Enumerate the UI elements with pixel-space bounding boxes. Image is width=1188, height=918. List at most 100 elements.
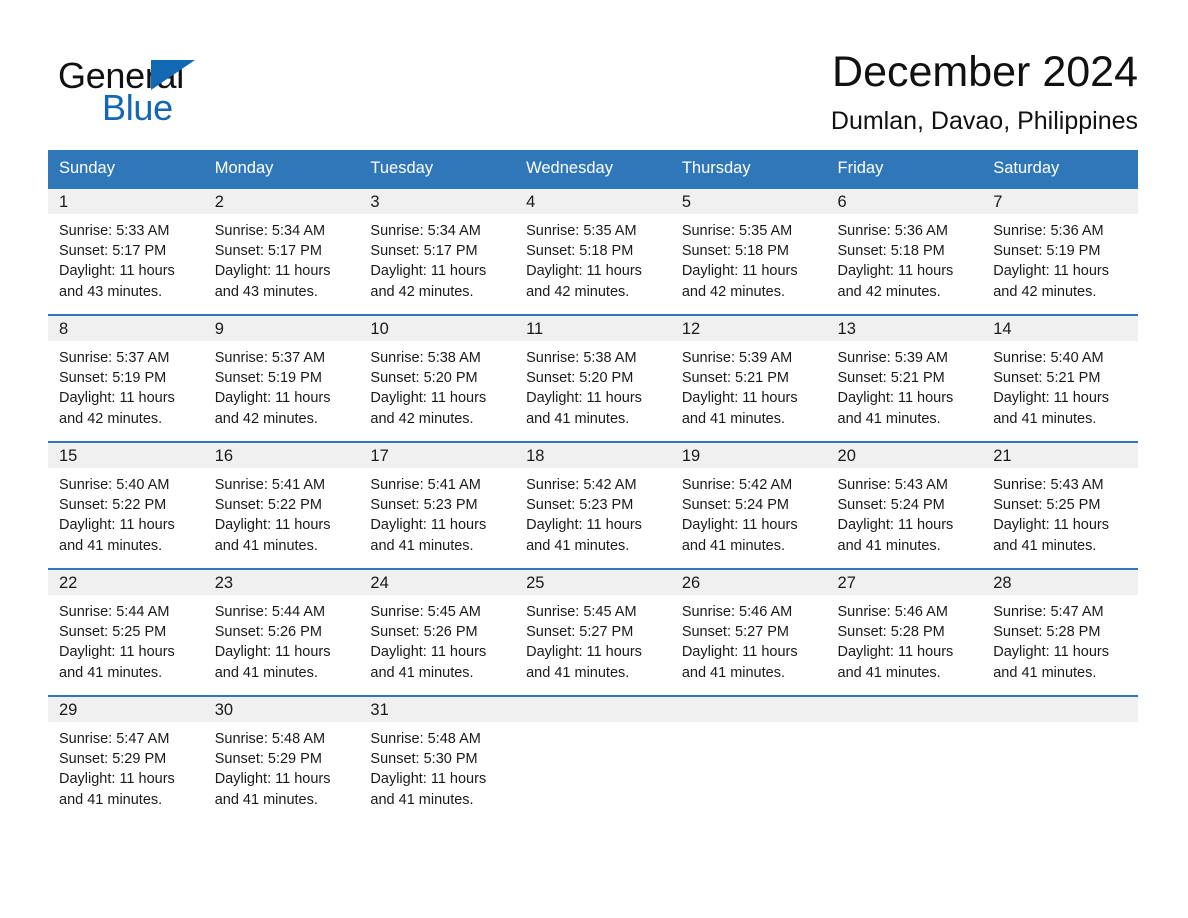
calendar-day-cell[interactable]: 5 Sunrise: 5:35 AM Sunset: 5:18 PM Daylight… [670, 187, 827, 315]
calendar-week-row: 8 Sunrise: 5:37 AM Sunset: 5:19 PM Daylight… [48, 314, 1138, 442]
day-number: 5 [670, 189, 827, 214]
daylight-text-line2: and 42 minutes. [370, 410, 474, 427]
day-number: 22 [48, 570, 204, 595]
calendar-week-row: 1 Sunrise: 5:33 AM Sunset: 5:17 PM Daylight… [48, 187, 1138, 315]
sunset-text: Sunset: 5:29 PM [214, 751, 322, 768]
calendar-day-cell[interactable]: 23 Sunrise: 5:44 AM Sunset: 5:26 PM Dayligh… [203, 568, 360, 696]
weekday-header-tuesday: Tuesday [359, 150, 516, 188]
day-number: 8 [48, 316, 204, 341]
calendar-day-cell[interactable]: 18 Sunrise: 5:42 AM Sunset: 5:23 PM Dayligh… [515, 441, 671, 569]
daylight-text-line1: Daylight: 11 hours [526, 644, 642, 661]
day-number: 20 [826, 443, 983, 468]
calendar-day-cell[interactable]: 12 Sunrise: 5:39 AM Sunset: 5:21 PM Dayligh… [670, 314, 827, 442]
daylight-text-line2: and 42 minutes. [370, 283, 474, 300]
daylight-text-line1: Daylight: 11 hours [59, 771, 175, 788]
calendar-day-cell[interactable]: 28 Sunrise: 5:47 AM Sunset: 5:28 PM Dayligh… [982, 568, 1138, 696]
daylight-text-line1: Daylight: 11 hours [370, 390, 487, 407]
daylight-text-line2: and 41 minutes. [993, 410, 1097, 427]
sunset-text: Sunset: 5:24 PM [681, 497, 790, 514]
calendar-day-cell[interactable]: 31 Sunrise: 5:48 AM Sunset: 5:30 PM Dayligh… [359, 695, 516, 822]
daylight-text-line1: Daylight: 11 hours [837, 390, 954, 407]
sunrise-text: Sunrise: 5:43 AM [993, 477, 1104, 493]
daylight-text-line2: and 41 minutes. [370, 791, 474, 808]
daylight-text-line2: and 42 minutes. [214, 410, 318, 427]
calendar-day-cell[interactable]: 4 Sunrise: 5:35 AM Sunset: 5:18 PM Daylight… [515, 187, 671, 315]
daylight-text-line1: Daylight: 11 hours [214, 517, 331, 534]
calendar-day-cell[interactable]: 8 Sunrise: 5:37 AM Sunset: 5:19 PM Daylight… [48, 314, 204, 442]
calendar-day-cell[interactable]: 29 Sunrise: 5:47 AM Sunset: 5:29 PM Dayligh… [48, 695, 204, 822]
daylight-text-line1: Daylight: 11 hours [214, 771, 331, 788]
calendar-day-cell[interactable]: 14 Sunrise: 5:40 AM Sunset: 5:21 PM Dayligh… [982, 314, 1138, 442]
sunset-text: Sunset: 5:19 PM [59, 370, 167, 387]
day-number: 25 [515, 570, 671, 595]
sunset-text: Sunset: 5:21 PM [837, 370, 945, 387]
calendar-day-cell[interactable]: 25 Sunrise: 5:45 AM Sunset: 5:27 PM Dayligh… [515, 568, 671, 696]
daylight-text-line2: and 43 minutes. [214, 283, 318, 300]
calendar-day-cell[interactable]: 24 Sunrise: 5:45 AM Sunset: 5:26 PM Dayligh… [359, 568, 516, 696]
daylight-text-line1: Daylight: 11 hours [526, 390, 642, 407]
sunset-text: Sunset: 5:17 PM [214, 243, 322, 260]
calendar-week-row: 22 Sunrise: 5:44 AM Sunset: 5:25 PM Dayligh… [48, 568, 1138, 696]
sunset-text: Sunset: 5:27 PM [681, 624, 790, 641]
sunrise-text: Sunrise: 5:48 AM [214, 731, 326, 747]
daylight-text-line2: and 41 minutes. [681, 537, 785, 554]
calendar-day-cell[interactable]: 2 Sunrise: 5:34 AM Sunset: 5:17 PM Daylight… [203, 187, 360, 315]
day-details: Sunrise: 5:40 AM Sunset: 5:21 PM Daylight:… [982, 341, 1138, 429]
calendar-wrapper: Sunday Monday Tuesday Wednesday Thursday… [0, 150, 1188, 822]
sunrise-text: Sunrise: 5:45 AM [526, 604, 637, 620]
daylight-text-line2: and 41 minutes. [370, 537, 474, 554]
day-number: 3 [359, 189, 516, 214]
calendar-day-cell[interactable]: 30 Sunrise: 5:48 AM Sunset: 5:29 PM Dayligh… [203, 695, 360, 822]
day-number: 21 [982, 443, 1138, 468]
day-number: 11 [515, 316, 671, 341]
calendar-day-cell[interactable]: 10 Sunrise: 5:38 AM Sunset: 5:20 PM Dayligh… [359, 314, 516, 442]
sunrise-text: Sunrise: 5:35 AM [681, 223, 793, 239]
calendar-day-cell[interactable]: 13 Sunrise: 5:39 AM Sunset: 5:21 PM Dayligh… [826, 314, 983, 442]
calendar-day-cell[interactable]: 1 Sunrise: 5:33 AM Sunset: 5:17 PM Daylight… [48, 187, 204, 315]
calendar-day-cell[interactable]: 26 Sunrise: 5:46 AM Sunset: 5:27 PM Dayligh… [670, 568, 827, 696]
day-details: Sunrise: 5:43 AM Sunset: 5:24 PM Daylight:… [827, 468, 983, 556]
daylight-text-line1: Daylight: 11 hours [59, 517, 175, 534]
calendar-day-cell[interactable]: 15 Sunrise: 5:40 AM Sunset: 5:22 PM Dayligh… [48, 441, 204, 569]
calendar-day-cell[interactable]: 27 Sunrise: 5:46 AM Sunset: 5:28 PM Dayligh… [826, 568, 983, 696]
daylight-text-line1: Daylight: 11 hours [59, 263, 175, 280]
triangle-icon [151, 60, 195, 90]
sunrise-text: Sunrise: 5:48 AM [370, 731, 481, 747]
sunset-text: Sunset: 5:28 PM [837, 624, 945, 641]
calendar-day-cell[interactable]: 11 Sunrise: 5:38 AM Sunset: 5:20 PM Dayligh… [515, 314, 671, 442]
day-number: 1 [48, 189, 204, 214]
calendar-day-cell[interactable]: 16 Sunrise: 5:41 AM Sunset: 5:22 PM Dayligh… [203, 441, 360, 569]
sunrise-text: Sunrise: 5:47 AM [993, 604, 1104, 620]
day-details [671, 722, 827, 729]
day-details: Sunrise: 5:48 AM Sunset: 5:29 PM Daylight:… [204, 722, 360, 810]
sunset-text: Sunset: 5:18 PM [526, 243, 634, 260]
sunset-text: Sunset: 5:19 PM [993, 243, 1101, 260]
daylight-text-line1: Daylight: 11 hours [526, 263, 642, 280]
daylight-text-line1: Daylight: 11 hours [59, 644, 175, 661]
calendar-day-cell[interactable]: 21 Sunrise: 5:43 AM Sunset: 5:25 PM Dayligh… [982, 441, 1138, 569]
sunset-text: Sunset: 5:25 PM [993, 497, 1101, 514]
calendar-day-cell[interactable]: 17 Sunrise: 5:41 AM Sunset: 5:23 PM Dayligh… [359, 441, 516, 569]
calendar-day-cell[interactable]: 19 Sunrise: 5:42 AM Sunset: 5:24 PM Dayligh… [670, 441, 827, 569]
calendar-day-cell[interactable]: 6 Sunrise: 5:36 AM Sunset: 5:18 PM Daylight… [826, 187, 983, 315]
day-details: Sunrise: 5:39 AM Sunset: 5:21 PM Daylight:… [827, 341, 983, 429]
sunset-text: Sunset: 5:17 PM [59, 243, 167, 260]
calendar-day-cell[interactable]: 3 Sunrise: 5:34 AM Sunset: 5:17 PM Daylight… [359, 187, 516, 315]
day-number: 19 [670, 443, 827, 468]
calendar-day-cell-empty [982, 695, 1138, 822]
weekday-header-saturday: Saturday [982, 150, 1138, 188]
calendar-day-cell[interactable]: 7 Sunrise: 5:36 AM Sunset: 5:19 PM Daylight… [982, 187, 1138, 315]
calendar-day-cell[interactable]: 20 Sunrise: 5:43 AM Sunset: 5:24 PM Dayligh… [826, 441, 983, 569]
sunset-text: Sunset: 5:26 PM [214, 624, 322, 641]
day-details: Sunrise: 5:47 AM Sunset: 5:29 PM Daylight:… [48, 722, 204, 810]
calendar-day-cell[interactable]: 22 Sunrise: 5:44 AM Sunset: 5:25 PM Dayligh… [48, 568, 204, 696]
weekday-header-row: Sunday Monday Tuesday Wednesday Thursday… [48, 150, 1138, 188]
calendar-day-cell[interactable]: 9 Sunrise: 5:37 AM Sunset: 5:19 PM Daylight… [203, 314, 360, 442]
brand-logo: General Blue [58, 46, 318, 132]
calendar-day-cell-empty [670, 695, 827, 822]
sunrise-text: Sunrise: 5:46 AM [681, 604, 793, 620]
day-details: Sunrise: 5:34 AM Sunset: 5:17 PM Daylight:… [359, 214, 515, 302]
daylight-text-line1: Daylight: 11 hours [993, 517, 1110, 534]
sunrise-text: Sunrise: 5:34 AM [370, 223, 481, 239]
day-details: Sunrise: 5:35 AM Sunset: 5:18 PM Daylight:… [671, 214, 827, 302]
